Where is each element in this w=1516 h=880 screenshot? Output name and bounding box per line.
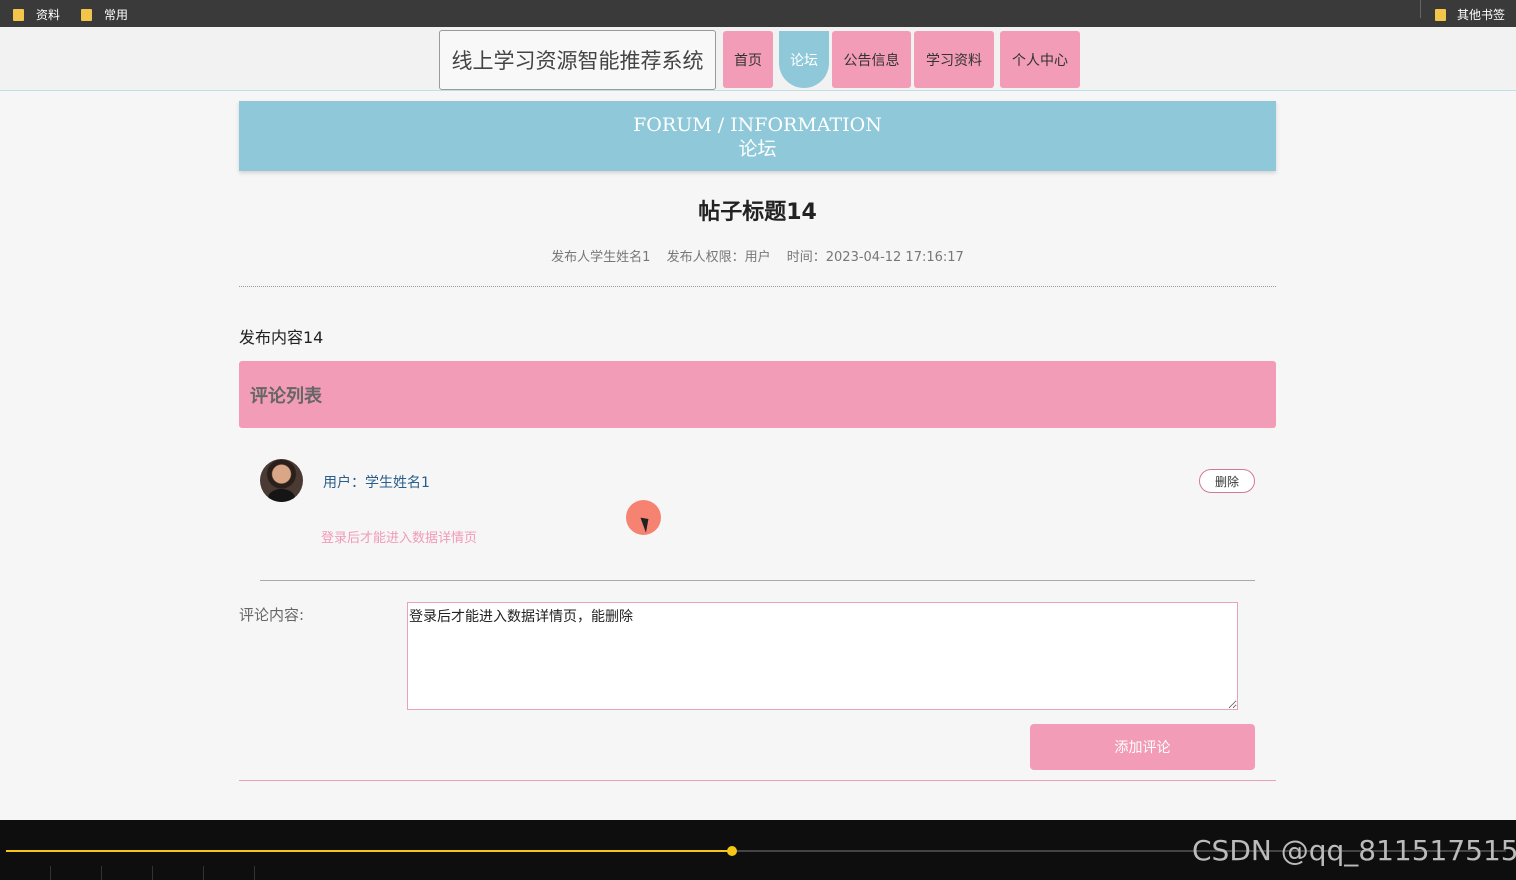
divider (239, 286, 1276, 287)
thumbnail-strip (0, 866, 255, 880)
post-time: 时间：2023-04-12 17:16:17 (786, 250, 964, 265)
bookmark-separator (1420, 0, 1421, 18)
post-meta: 发布人学生姓名1 发布人权限：用户 时间：2023-04-12 17:16:17 (239, 246, 1276, 265)
post-author: 发布人学生姓名1 (551, 250, 651, 265)
site-header: 线上学习资源智能推荐系统 首页 论坛 公告信息 学习资料 个人中心 (0, 27, 1516, 91)
divider (260, 580, 1255, 581)
add-comment-button[interactable]: 添加评论 (1030, 724, 1255, 770)
page-banner: FORUM / INFORMATION 论坛 (239, 101, 1276, 171)
bookmark-label: 常用 (104, 8, 129, 22)
nav-forum[interactable]: 论坛 (779, 31, 829, 88)
bookmark-folder-other[interactable]: 其他书签 (1435, 6, 1505, 23)
nav-profile[interactable]: 个人中心 (1000, 31, 1080, 88)
bookmark-folder-ziliao[interactable]: 资料 (13, 6, 60, 23)
progress-fill (6, 850, 732, 852)
post-role: 发布人权限：用户 (666, 250, 771, 265)
bookmarks-bar: 资料 常用 其他书签 (0, 0, 1516, 27)
video-player-bar: CSDN @qq_811517515 (0, 820, 1516, 880)
avatar (260, 459, 303, 502)
progress-knob[interactable] (727, 846, 737, 856)
bookmark-folder-changyong[interactable]: 常用 (81, 6, 128, 23)
comment-form-label: 评论内容: (239, 606, 305, 624)
folder-icon (81, 8, 92, 21)
comment-text: 登录后才能进入数据详情页 (321, 531, 478, 546)
site-title[interactable]: 线上学习资源智能推荐系统 (439, 30, 716, 90)
bookmark-label: 其他书签 (1457, 8, 1506, 22)
divider (239, 780, 1276, 781)
delete-comment-button[interactable]: 删除 (1199, 469, 1255, 493)
comment-user: 用户：学生姓名1 (323, 475, 430, 491)
comment-input[interactable]: 登录后才能进入数据详情页，能删除 (407, 602, 1238, 710)
comment-list-header: 评论列表 (239, 361, 1276, 428)
banner-title-cn: 论坛 (738, 138, 777, 160)
nav-materials[interactable]: 学习资料 (914, 31, 994, 88)
nav-notice[interactable]: 公告信息 (832, 31, 911, 88)
folder-icon (13, 8, 24, 21)
bookmark-label: 资料 (36, 8, 61, 22)
folder-icon (1435, 8, 1446, 21)
post-content: 发布内容14 (239, 328, 324, 347)
watermark: CSDN @qq_811517515 (1192, 834, 1516, 867)
post-title: 帖子标题14 (698, 200, 817, 225)
nav-home[interactable]: 首页 (723, 31, 773, 88)
banner-title-en: FORUM / INFORMATION (633, 114, 882, 136)
